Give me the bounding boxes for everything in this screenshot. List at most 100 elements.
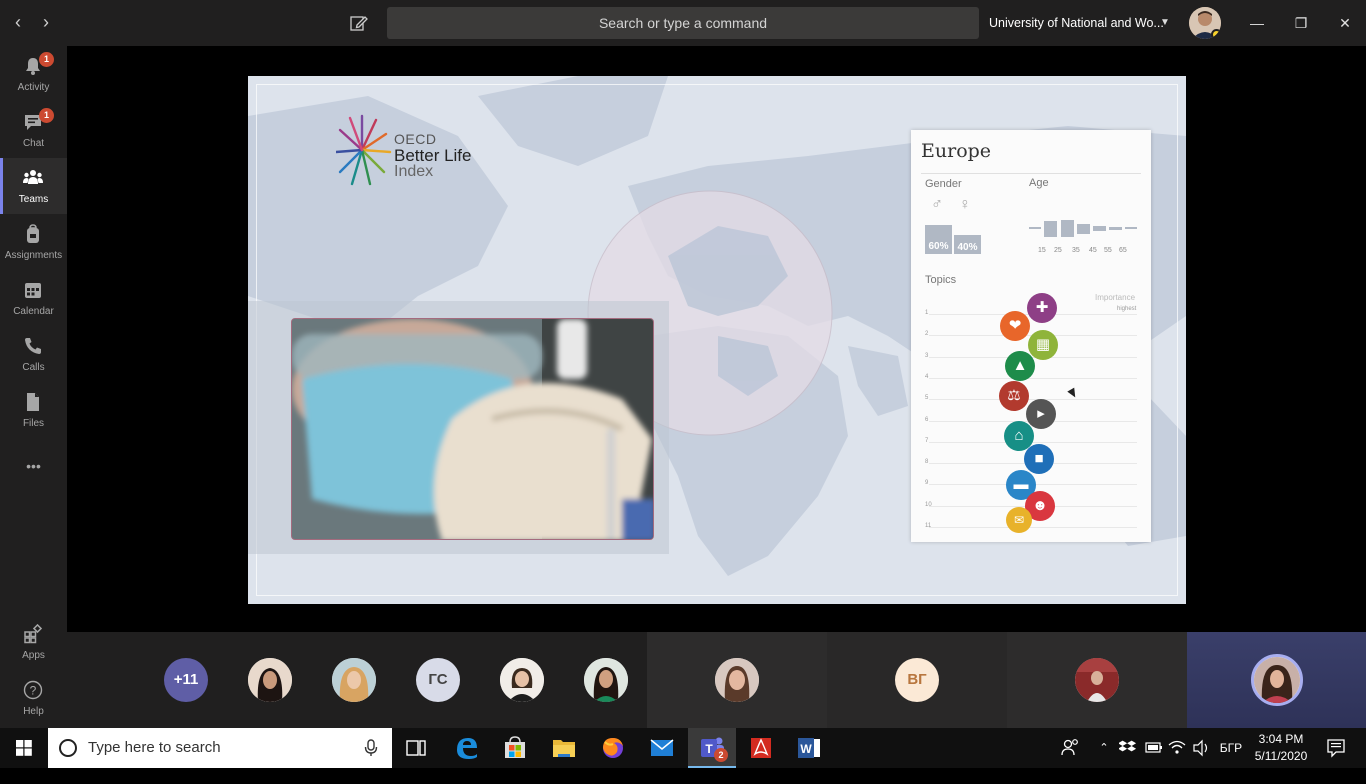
life-satisfaction-topic-icon[interactable]: ❤ <box>1000 311 1030 341</box>
word-icon: W <box>798 738 820 758</box>
jobs-topic-icon[interactable]: ■ <box>1024 444 1054 474</box>
age-bar <box>1029 227 1041 229</box>
dropbox-icon[interactable] <box>1118 728 1138 768</box>
taskbar-search-input[interactable]: Type here to search <box>48 728 392 768</box>
participant-avatar[interactable] <box>715 658 759 702</box>
self-view-tile[interactable] <box>1187 632 1366 728</box>
participant-initials-avatar[interactable]: ГС <box>416 658 460 702</box>
taskbar-teams-app[interactable]: T 2 <box>688 728 736 768</box>
topic-row-number: 7 <box>925 437 929 444</box>
rail-item-label: Activity <box>17 82 50 93</box>
participant-initials-avatar[interactable]: ВГ <box>895 658 939 702</box>
svg-text:W: W <box>800 742 812 756</box>
topic-row-number: 3 <box>925 352 929 359</box>
svg-text:T: T <box>705 742 713 756</box>
participants-strip: +11 ГС ВГ <box>67 632 1366 728</box>
cortana-circle-icon <box>59 739 77 757</box>
taskbar-file-explorer-app[interactable] <box>540 728 588 768</box>
notification-center-icon[interactable] <box>1322 728 1350 768</box>
presence-status-icon <box>1211 29 1221 39</box>
age-tick: 45 <box>1089 247 1097 254</box>
back-arrow-icon[interactable]: ‹ <box>8 12 28 32</box>
volume-icon[interactable] <box>1190 728 1212 768</box>
environment-topic-icon[interactable]: ▲ <box>1005 351 1035 381</box>
female-icon: ♀ <box>959 196 971 213</box>
rail-item-label: Calls <box>22 362 45 373</box>
rail-item-label: Files <box>22 418 45 429</box>
rail-item-label: Calendar <box>13 306 54 317</box>
age-tick: 35 <box>1072 247 1080 254</box>
participant-avatar[interactable] <box>584 658 628 702</box>
taskbar-mail-app[interactable] <box>638 728 686 768</box>
participant-tile[interactable] <box>647 632 827 728</box>
age-bar <box>1093 226 1106 231</box>
profile-avatar[interactable] <box>1189 7 1221 39</box>
work-life-balance-topic-icon[interactable]: ▸ <box>1026 399 1056 429</box>
age-tick: 15 <box>1038 247 1046 254</box>
taskbar-clock[interactable]: 3:04 PM 5/11/2020 <box>1250 731 1312 765</box>
close-button[interactable]: ✕ <box>1323 0 1366 46</box>
taskbar-store-app[interactable] <box>491 728 539 768</box>
topic-row-number: 6 <box>925 416 929 423</box>
topics-label: Topics <box>925 274 957 286</box>
age-bar <box>1044 221 1057 237</box>
participant-avatar[interactable] <box>1075 658 1119 702</box>
age-bar <box>1125 227 1137 229</box>
tray-overflow-chevron-icon[interactable]: ⌃ <box>1094 728 1114 768</box>
topic-row-number: 10 <box>925 501 932 508</box>
topic-row-number: 11 <box>925 523 932 529</box>
logo-better-life-text: Better Life <box>394 146 472 165</box>
participant-tile[interactable]: ВГ <box>827 632 1007 728</box>
input-language-indicator[interactable]: БГР <box>1216 728 1246 768</box>
oecd-logo: OECD Better Life Index <box>334 114 496 186</box>
rail-item-files[interactable]: Files <box>0 382 67 438</box>
minimize-button[interactable]: — <box>1235 0 1279 46</box>
rail-item-calls[interactable]: Calls <box>0 326 67 382</box>
topic-row-number: 2 <box>925 331 929 338</box>
restore-button[interactable]: ❐ <box>1279 0 1323 46</box>
command-search-input[interactable]: Search or type a command <box>387 7 979 39</box>
rail-item-apps[interactable]: Apps <box>0 614 67 670</box>
rail-item-help[interactable]: ? Help <box>0 670 67 726</box>
activity-badge: 1 <box>39 52 54 67</box>
education-topic-icon[interactable]: ▦ <box>1028 330 1058 360</box>
rail-item-calendar[interactable]: Calendar <box>0 270 67 326</box>
rail-item-assignments[interactable]: Assignments <box>0 214 67 270</box>
male-share-bar: 60% <box>925 225 952 254</box>
importance-label: Importance <box>1095 293 1136 302</box>
safety-topic-icon[interactable]: ✉ <box>1006 507 1032 533</box>
topic-row-number: 5 <box>925 395 929 402</box>
taskbar-edge-app[interactable] <box>443 728 491 768</box>
battery-icon[interactable] <box>1142 728 1164 768</box>
taskbar-word-app[interactable]: W <box>786 728 834 768</box>
forward-arrow-icon[interactable]: › <box>36 12 56 32</box>
overflow-participants-button[interactable]: +11 <box>164 658 208 702</box>
wifi-icon[interactable] <box>1166 728 1188 768</box>
file-icon <box>27 393 39 411</box>
chevron-down-icon[interactable]: ▼ <box>1160 0 1170 46</box>
participant-avatar[interactable] <box>332 658 376 702</box>
participant-avatar[interactable] <box>248 658 292 702</box>
task-view-button[interactable] <box>392 728 440 768</box>
compose-icon[interactable] <box>348 12 370 34</box>
clock-date: 5/11/2020 <box>1254 749 1308 763</box>
more-apps-button[interactable]: ••• <box>0 446 67 486</box>
start-button[interactable] <box>0 728 48 768</box>
rail-item-activity[interactable]: 1 Activity <box>0 46 67 102</box>
rail-item-teams[interactable]: Teams <box>0 158 67 214</box>
self-avatar[interactable] <box>1251 654 1303 706</box>
teams-app-icon: T <box>701 737 724 757</box>
europe-info-panel: Europe Gender Age ♂ ♀ 60% 40% 15 25 35 4… <box>911 130 1151 542</box>
taskbar-acrobat-app[interactable] <box>737 728 785 768</box>
rail-item-chat[interactable]: 1 Chat <box>0 102 67 158</box>
civic-engagement-topic-icon[interactable]: ⚖ <box>999 381 1029 411</box>
windows-taskbar: Type here to search T 2 W ⌃ БГР 3:04 PM … <box>0 728 1366 768</box>
participant-tile[interactable] <box>1007 632 1187 728</box>
health-topic-icon[interactable]: ✚ <box>1027 293 1057 323</box>
topic-row-line <box>929 441 1137 443</box>
microphone-icon[interactable] <box>364 739 378 757</box>
participant-avatar[interactable] <box>500 658 544 702</box>
org-switcher-label[interactable]: University of National and Wo... <box>989 0 1164 46</box>
people-icon[interactable] <box>1058 728 1082 768</box>
taskbar-firefox-app[interactable] <box>589 728 637 768</box>
